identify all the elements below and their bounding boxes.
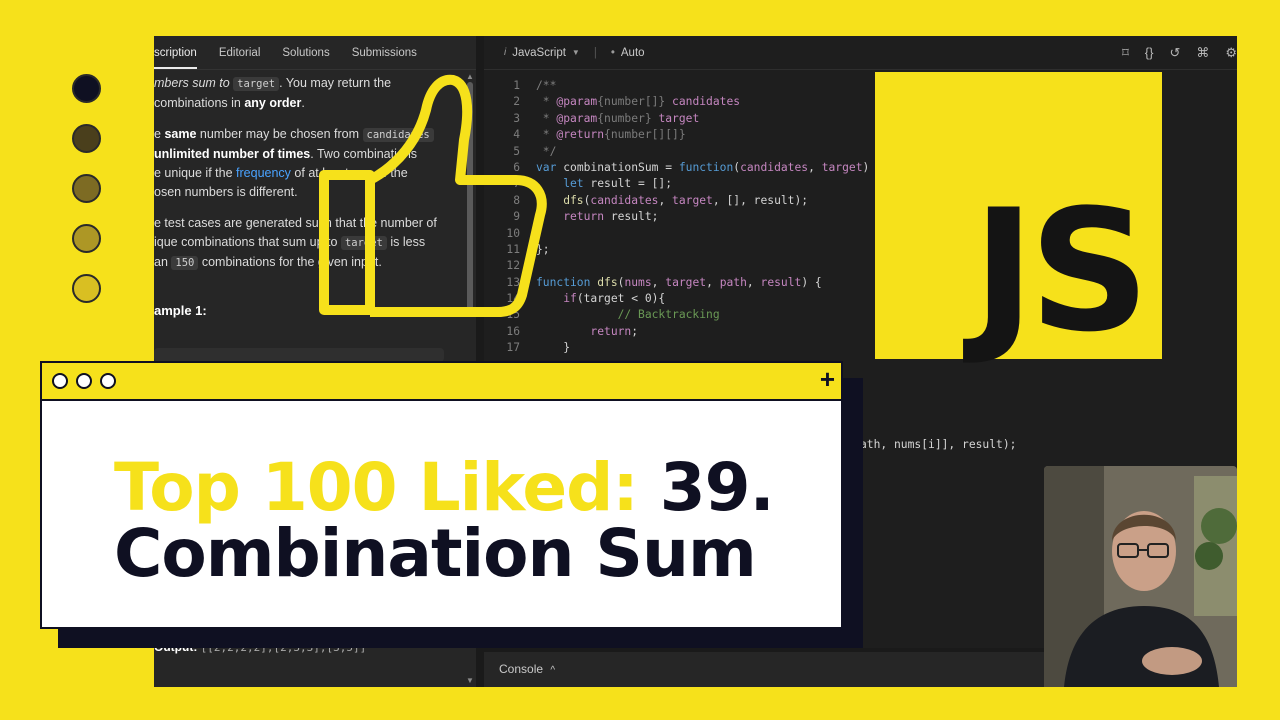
decor-dot-1 (72, 74, 101, 103)
language-select[interactable]: i JavaScript ▼ (504, 47, 580, 59)
webcam-feed (1044, 466, 1237, 687)
tab-solutions[interactable]: Solutions (282, 47, 329, 59)
title-card: + Top 100 Liked: 39. Combination Sum (40, 361, 843, 629)
editor-toolbar: i JavaScript ▼ | • Auto ⌑ {} ↺ ⌘ ⚙ (484, 36, 1237, 70)
example-box (154, 348, 444, 362)
chevron-down-icon: ▼ (571, 48, 580, 57)
description-tabs: scription Editorial Solutions Submission… (154, 36, 476, 70)
javascript-logo: JS (875, 72, 1162, 359)
command-icon[interactable]: ⌘ (1196, 45, 1209, 61)
bookmark-icon[interactable]: ⌑ (1122, 45, 1129, 61)
title-card-bar: + (42, 363, 841, 401)
decor-dot-2 (72, 124, 101, 153)
plus-icon: + (819, 364, 835, 394)
window-dot-icon (76, 373, 92, 389)
decor-dot-5 (72, 274, 101, 303)
info-icon: i (504, 47, 507, 58)
decor-dot-4 (72, 224, 101, 253)
tab-submissions[interactable]: Submissions (352, 47, 417, 59)
frequency-link[interactable]: frequency (236, 166, 291, 180)
presenter-image (1044, 466, 1237, 687)
auto-mode[interactable]: • Auto (611, 47, 645, 59)
decor-dot-3 (72, 174, 101, 203)
reset-icon[interactable]: ↺ (1169, 45, 1180, 61)
editor-actions: ⌑ {} ↺ ⌘ ⚙ (1122, 45, 1237, 61)
window-dot-icon (52, 373, 68, 389)
dot-icon: • (610, 46, 615, 59)
settings-icon[interactable]: ⚙ (1225, 45, 1237, 61)
thumbs-up-icon (319, 74, 547, 317)
scroll-down-icon[interactable]: ▼ (466, 676, 474, 685)
braces-icon[interactable]: {} (1145, 45, 1154, 61)
tab-editorial[interactable]: Editorial (219, 47, 261, 59)
chevron-up-icon: ^ (550, 665, 556, 676)
tab-description[interactable]: scription (154, 47, 197, 69)
window-dot-icon (100, 373, 116, 389)
problem-name: Combination Sum (114, 515, 757, 592)
partial-code-line: ath, nums[i]], result); (860, 438, 1017, 451)
